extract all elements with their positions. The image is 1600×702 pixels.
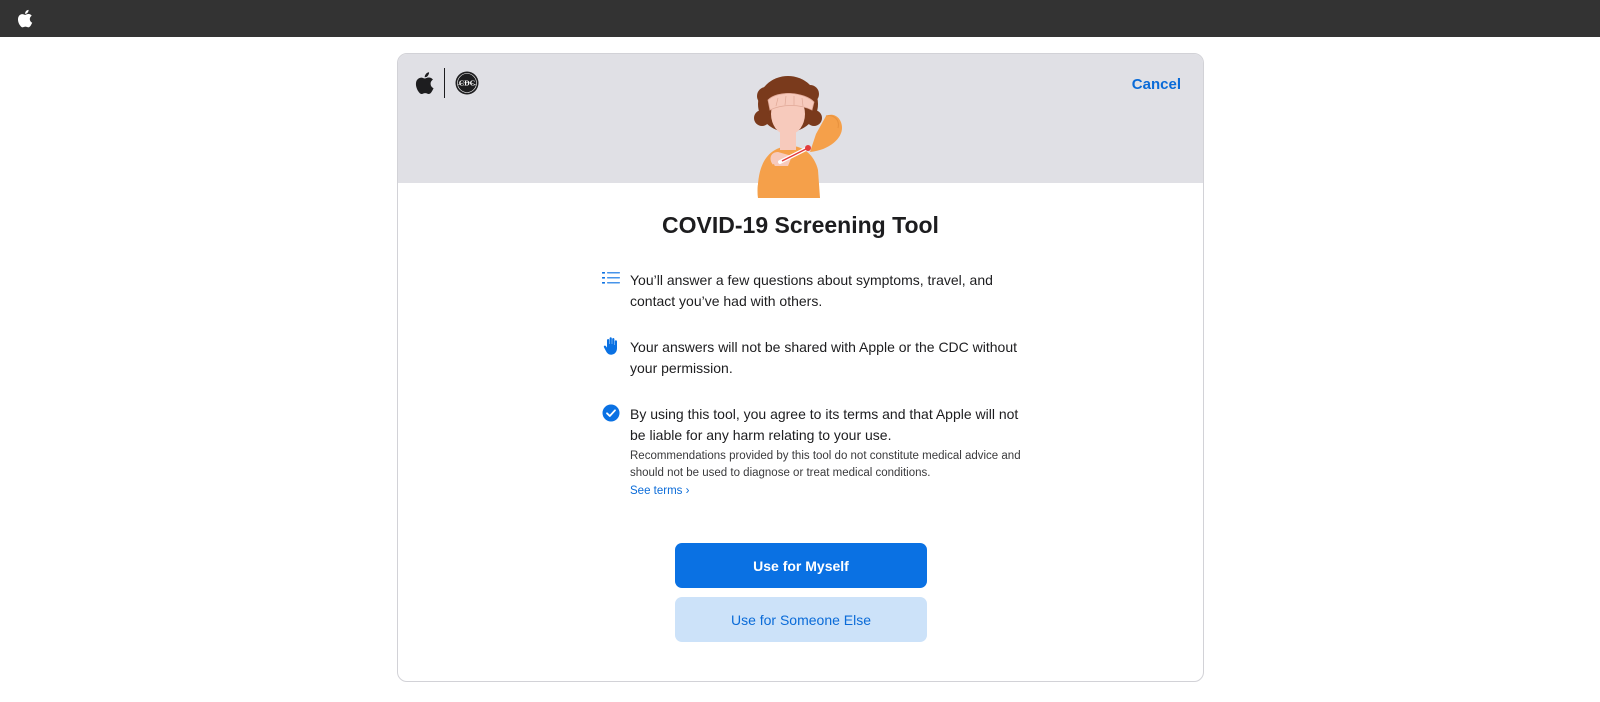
- header-logos: CDC: [414, 68, 479, 98]
- list-icon: [602, 272, 620, 284]
- screening-card: CDC Cancel COVID-19 Screening Tool You’l…: [397, 53, 1204, 682]
- info-item-questions: You’ll answer a few questions about symp…: [602, 270, 1022, 312]
- person-with-thermometer-illustration: [754, 76, 842, 198]
- disclaimer-text: Recommendations provided by this tool do…: [630, 450, 1021, 479]
- top-bar: [0, 0, 1600, 37]
- info-text: By using this tool, you agree to its ter…: [630, 406, 1019, 443]
- cancel-button[interactable]: Cancel: [1132, 76, 1181, 93]
- cdc-logo-icon: CDC: [455, 71, 479, 95]
- info-item-privacy: Your answers will not be shared with App…: [602, 337, 1022, 379]
- info-item-terms: By using this tool, you agree to its ter…: [602, 404, 1022, 499]
- hand-icon: [603, 337, 617, 355]
- use-for-myself-button[interactable]: Use for Myself: [675, 543, 927, 588]
- see-terms-link[interactable]: See terms ›: [630, 485, 689, 497]
- info-text: Your answers will not be shared with App…: [630, 339, 1018, 376]
- apple-logo-icon[interactable]: [16, 9, 33, 28]
- page-title: COVID-19 Screening Tool: [662, 212, 939, 238]
- info-text: You’ll answer a few questions about symp…: [630, 272, 993, 309]
- use-for-someone-else-button[interactable]: Use for Someone Else: [675, 597, 927, 642]
- card-header: CDC Cancel: [398, 54, 1203, 198]
- logo-divider: [444, 68, 445, 98]
- svg-text:CDC: CDC: [459, 79, 475, 88]
- apple-logo-icon: [415, 72, 434, 94]
- checkmark-circle-icon: [602, 404, 620, 422]
